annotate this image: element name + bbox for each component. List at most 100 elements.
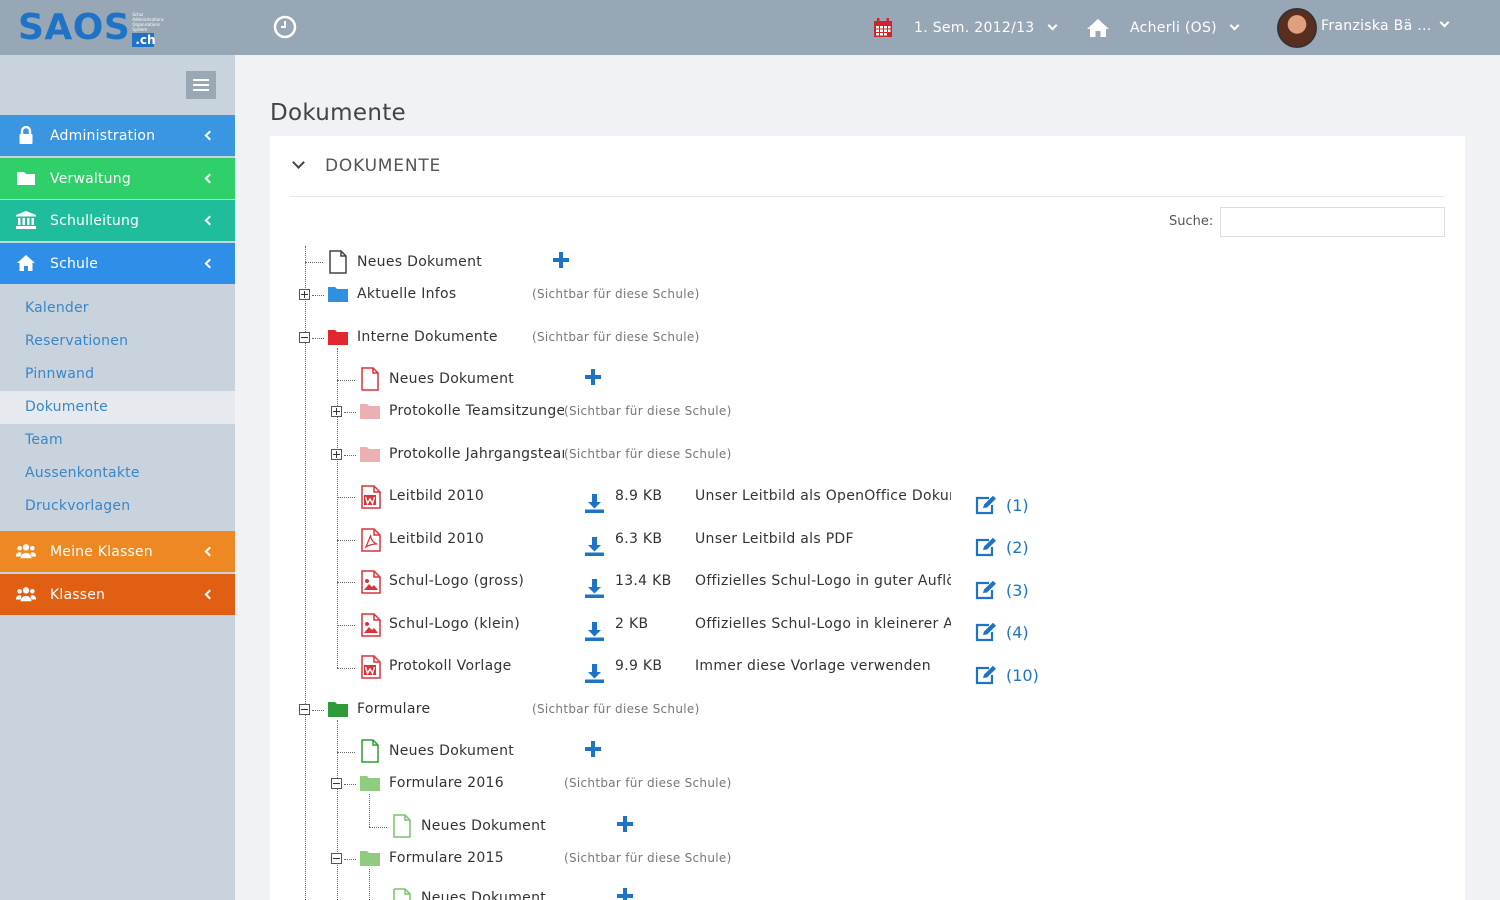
- visibility-note: (Sichtbar für diese Schule): [564, 404, 732, 418]
- collapse-toggle[interactable]: [299, 704, 310, 715]
- file-description: Immer diese Vorlage verwenden: [695, 658, 931, 674]
- word-file-icon: [361, 485, 381, 509]
- visibility-note: (Sichtbar für diese Schule): [532, 330, 700, 344]
- sidebar-item-verwaltung[interactable]: Verwaltung: [0, 158, 235, 199]
- menu-toggle-icon[interactable]: [186, 71, 216, 99]
- expand-toggle[interactable]: [299, 289, 310, 300]
- file-name[interactable]: Schul-Logo (klein): [389, 616, 520, 632]
- home-icon: [1087, 18, 1109, 37]
- file-name[interactable]: Schul-Logo (gross): [389, 573, 524, 589]
- download-icon[interactable]: [584, 663, 605, 684]
- new-document-link[interactable]: Neues Dokument: [421, 890, 546, 900]
- expand-toggle[interactable]: [331, 406, 342, 417]
- users-icon: [16, 587, 36, 602]
- image-file-icon: [361, 570, 381, 594]
- add-document-button[interactable]: [552, 251, 570, 269]
- edit-icon: [975, 537, 996, 557]
- page-title: Dokumente: [270, 100, 406, 126]
- file-size: 13.4 KB: [615, 573, 672, 589]
- file-name[interactable]: Leitbild 2010: [389, 531, 484, 547]
- sidebar-subitem-aussenkontakte[interactable]: Aussenkontakte: [0, 457, 235, 490]
- edit-document-link[interactable]: (3): [975, 580, 1029, 600]
- file-icon: [361, 367, 379, 391]
- download-icon[interactable]: [584, 536, 605, 557]
- folder-aktuelle-infos[interactable]: Aktuelle Infos: [357, 286, 457, 302]
- add-document-button[interactable]: [584, 740, 602, 758]
- semester-label: 1. Sem. 2012/13: [914, 19, 1035, 36]
- clock-icon[interactable]: [272, 14, 298, 40]
- edit-icon: [975, 622, 996, 642]
- folder-protokolle-jahrgangsteams[interactable]: Protokolle Jahrgangsteams: [389, 446, 564, 462]
- pdf-file-icon: [361, 528, 381, 552]
- folder-icon: [328, 330, 348, 345]
- sidebar-item-schule[interactable]: Schule: [0, 243, 235, 284]
- panel-header[interactable]: DOKUMENTE: [290, 136, 1445, 197]
- edit-document-link[interactable]: (1): [975, 495, 1029, 515]
- folder-protokolle-teamsitzungen[interactable]: Protokolle Teamsitzungen: [389, 403, 564, 419]
- search-label: Suche:: [1169, 214, 1214, 229]
- user-menu[interactable]: Franziska Bä ...: [1277, 0, 1450, 55]
- top-bar: SAOS Schul Administrations Organisations…: [0, 0, 1500, 55]
- calendar-icon: [874, 17, 892, 37]
- file-description: Offizielles Schul-Logo in guter Auflösun…: [695, 573, 951, 589]
- add-document-button[interactable]: [616, 815, 634, 833]
- visibility-note: (Sichtbar für diese Schule): [532, 702, 700, 716]
- collapse-toggle[interactable]: [331, 778, 342, 789]
- semester-selector[interactable]: 1. Sem. 2012/13: [873, 0, 1057, 55]
- new-document-link[interactable]: Neues Dokument: [421, 818, 546, 834]
- folder-icon: [360, 404, 380, 419]
- chevron-left-icon: [204, 173, 215, 184]
- user-name: Franziska Bä ...: [1321, 17, 1432, 34]
- new-document-link[interactable]: Neues Dokument: [389, 743, 514, 759]
- collapse-toggle[interactable]: [299, 332, 310, 343]
- folder-interne-dokumente[interactable]: Interne Dokumente: [357, 329, 498, 345]
- saos-logo[interactable]: SAOS Schul Administrations Organisations…: [18, 8, 172, 48]
- chevron-down-icon[interactable]: [292, 156, 305, 169]
- download-icon[interactable]: [584, 493, 605, 514]
- edit-document-link[interactable]: (2): [975, 537, 1029, 557]
- chevron-left-icon: [204, 215, 215, 226]
- chevron-down-icon: [1229, 20, 1240, 30]
- logo-subtitle: Schul Administrations Organisations Syst…: [132, 12, 164, 32]
- file-icon: [361, 739, 379, 763]
- edit-document-link[interactable]: (4): [975, 622, 1029, 642]
- collapse-toggle[interactable]: [331, 853, 342, 864]
- sidebar-subitem-kalender[interactable]: Kalender: [0, 292, 235, 325]
- folder-formulare-2015[interactable]: Formulare 2015: [389, 850, 504, 866]
- file-size: 8.9 KB: [615, 488, 663, 504]
- users-icon: [16, 544, 36, 559]
- folder-formulare-2016[interactable]: Formulare 2016: [389, 775, 504, 791]
- expand-toggle[interactable]: [331, 449, 342, 460]
- chevron-down-icon: [1047, 20, 1057, 30]
- visibility-note: (Sichtbar für diese Schule): [564, 776, 732, 790]
- sidebar-item-schulleitung[interactable]: Schulleitung: [0, 200, 235, 241]
- add-document-button[interactable]: [584, 368, 602, 386]
- folder-formulare[interactable]: Formulare: [357, 701, 430, 717]
- download-icon[interactable]: [584, 621, 605, 642]
- edit-icon: [975, 665, 996, 685]
- file-name[interactable]: Leitbild 2010: [389, 488, 484, 504]
- sidebar-subitem-druckvorlagen[interactable]: Druckvorlagen: [0, 490, 235, 523]
- folder-icon: [360, 851, 380, 866]
- sidebar-subitem-pinnwand[interactable]: Pinnwand: [0, 358, 235, 391]
- sidebar-subitem-team[interactable]: Team: [0, 424, 235, 457]
- new-document-link[interactable]: Neues Dokument: [357, 254, 482, 270]
- sidebar-subitem-dokumente[interactable]: Dokumente: [0, 391, 235, 424]
- school-selector[interactable]: Acherli (OS): [1086, 0, 1240, 55]
- sidebar-item-meine-klassen[interactable]: Meine Klassen: [0, 531, 235, 572]
- visibility-note: (Sichtbar für diese Schule): [564, 851, 732, 865]
- file-name[interactable]: Protokoll Vorlage: [389, 658, 512, 674]
- download-icon[interactable]: [584, 578, 605, 599]
- sidebar-item-klassen[interactable]: Klassen: [0, 574, 235, 615]
- edit-document-link[interactable]: (10): [975, 665, 1039, 685]
- institution-icon: [16, 211, 36, 229]
- search-input[interactable]: [1220, 207, 1445, 237]
- chevron-left-icon: [204, 589, 215, 600]
- file-icon: [393, 814, 411, 838]
- new-document-link[interactable]: Neues Dokument: [389, 371, 514, 387]
- sidebar-subitem-reservationen[interactable]: Reservationen: [0, 325, 235, 358]
- edit-icon: [975, 580, 996, 600]
- file-icon: [329, 250, 347, 274]
- sidebar-item-administration[interactable]: Administration: [0, 115, 235, 156]
- add-document-button[interactable]: [616, 887, 634, 900]
